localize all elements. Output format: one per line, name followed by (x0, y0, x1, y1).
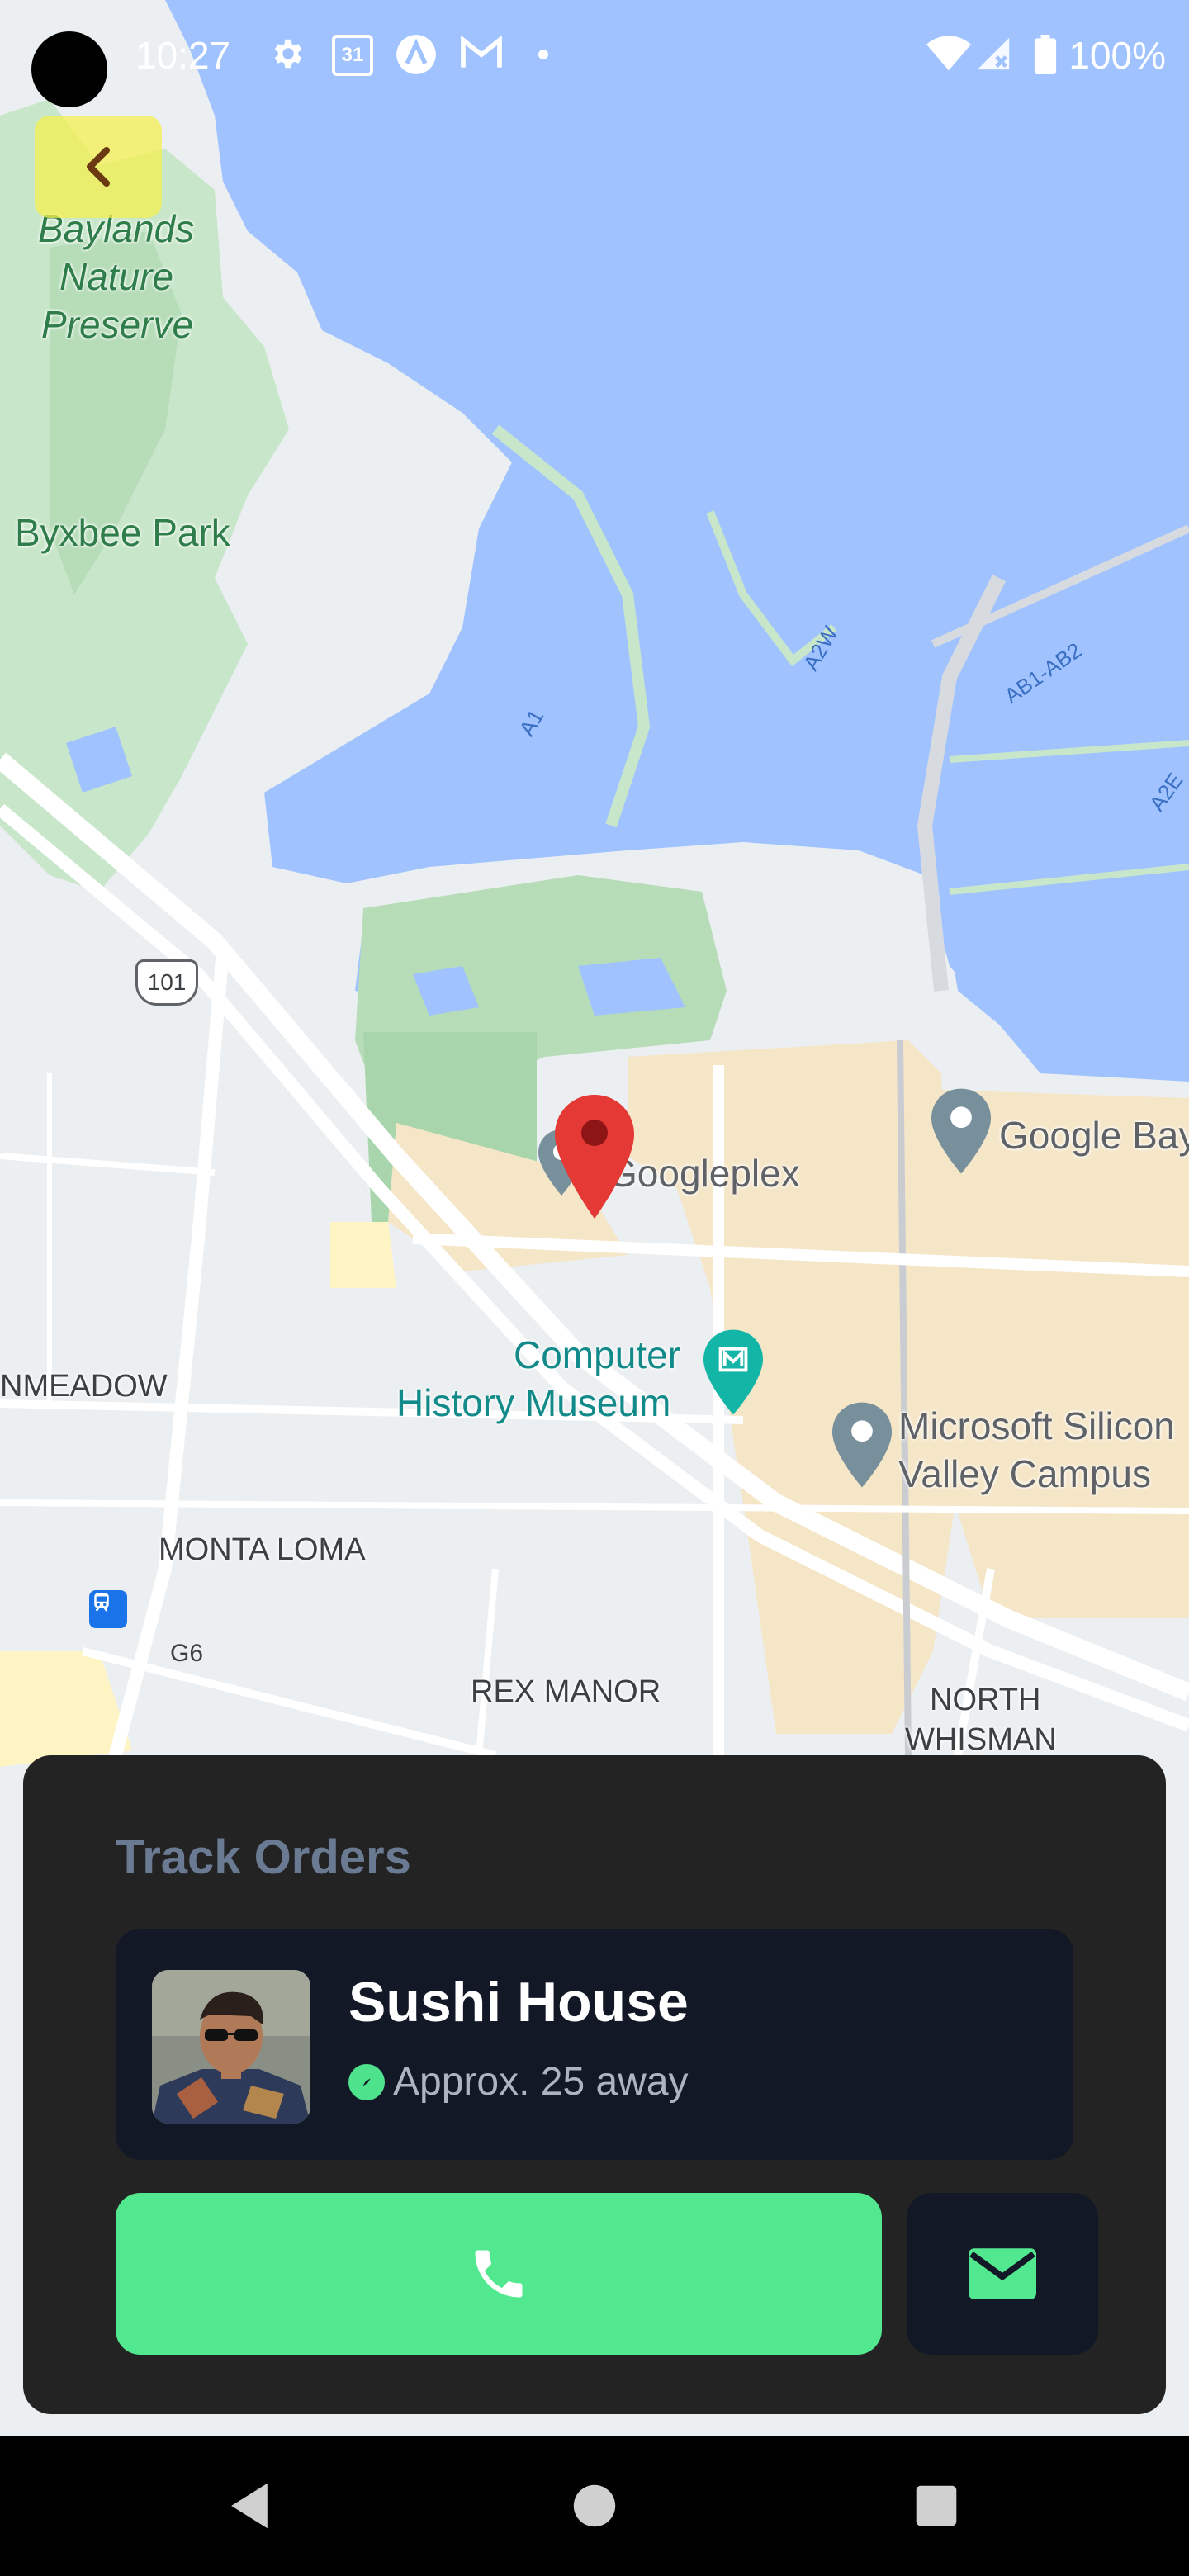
mail-icon (969, 2248, 1036, 2299)
signal-icon (974, 35, 1012, 77)
settings-icon (269, 35, 307, 77)
status-time: 10:27 (135, 34, 231, 77)
back-button[interactable] (35, 116, 162, 218)
gmail-icon (459, 35, 504, 75)
map-label-meadow: NMEADOW (0, 1369, 168, 1404)
avatar (152, 1970, 310, 2124)
compass-icon (348, 2063, 385, 2100)
map-label-googleplex[interactable]: Googleplex (608, 1149, 800, 1197)
arc-icon (395, 33, 438, 80)
map-label-whisman: WHISMAN (905, 1722, 1057, 1757)
eta-text: Approx. 25 away (393, 2060, 689, 2104)
nav-home-button[interactable] (528, 2436, 661, 2576)
battery-icon (1034, 35, 1057, 78)
message-button[interactable] (907, 2193, 1098, 2355)
call-button[interactable] (116, 2193, 882, 2355)
dot-icon (538, 50, 548, 59)
phone-icon (475, 2250, 523, 2298)
map-label-north: NORTH (930, 1683, 1041, 1717)
transit-station-icon[interactable] (89, 1590, 127, 1628)
circle-home-icon (573, 2484, 616, 2527)
calendar-icon: 31 (332, 35, 373, 76)
map-label-rex-manor: REX MANOR (471, 1674, 661, 1709)
route-101-shield: 101 (135, 959, 198, 1006)
map-label-valley-campus[interactable]: Valley Campus (898, 1450, 1151, 1498)
map-label-g6: G6 (170, 1640, 204, 1667)
battery-percentage: 100% (1068, 34, 1166, 77)
map-label-history-museum[interactable]: History Museum (396, 1379, 670, 1427)
wifi-icon (926, 35, 971, 77)
restaurant-panel[interactable]: Sushi House Approx. 25 away (116, 1929, 1073, 2160)
camera-cutout (31, 31, 107, 107)
square-recents-icon (916, 2485, 957, 2526)
triangle-back-icon (231, 2483, 268, 2529)
eta-row: Approx. 25 away (348, 2059, 689, 2105)
status-bar: 10:27 31 100% (0, 0, 1189, 116)
chevron-left-icon (87, 147, 110, 187)
nav-recents-button[interactable] (870, 2436, 1002, 2576)
track-orders-card: Track Orders Sushi House Approx. 25 away (23, 1755, 1166, 2414)
map-label-preserve: Preserve (41, 303, 194, 346)
map-label-monta-loma: MONTA LOMA (159, 1532, 366, 1567)
map-label-nature: Nature (59, 255, 174, 298)
map-label-byxbee-park: Byxbee Park (15, 511, 230, 554)
map-label-computer[interactable]: Computer (514, 1331, 680, 1379)
map-label-microsoft[interactable]: Microsoft Silicon (898, 1402, 1175, 1450)
card-title: Track Orders (116, 1830, 411, 1884)
nav-back-button[interactable] (183, 2436, 315, 2576)
map-label-google-bay[interactable]: Google Bay (999, 1111, 1189, 1159)
restaurant-name: Sushi House (348, 1971, 689, 2034)
navigation-bar (0, 2436, 1189, 2576)
